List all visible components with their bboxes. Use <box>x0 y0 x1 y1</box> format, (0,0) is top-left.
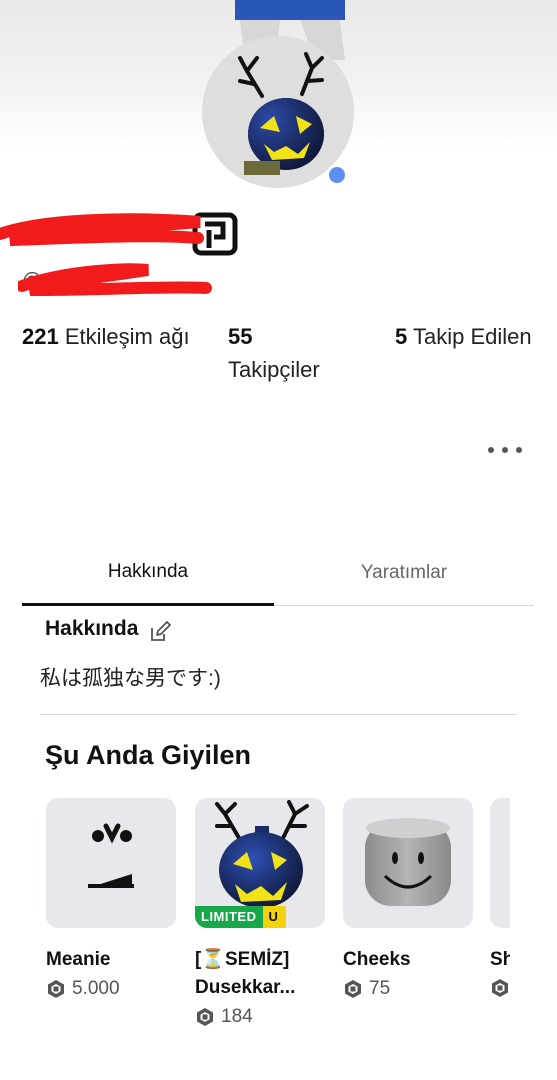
redaction-scribble <box>18 263 212 296</box>
more-options-icon[interactable] <box>488 438 522 462</box>
item-price: 184 <box>195 1006 325 1028</box>
about-section-title: Hakkında <box>45 614 172 644</box>
meanie-face-image <box>88 823 134 888</box>
divider <box>40 714 517 715</box>
item-name: [⏳SEMİZ] Dusekkar... <box>195 949 296 998</box>
redaction-scribble <box>0 213 204 246</box>
cheeks-head-image <box>365 818 451 906</box>
stat-following[interactable]: 5 Takip Edilen <box>395 320 535 353</box>
stat-connections[interactable]: 221 Etkileşim ağı <box>22 320 212 353</box>
currently-wearing-title: Şu Anda Giyilen <box>45 740 252 770</box>
profile-stats: 221 Etkileşim ağı 55 Takipçiler 5 Takip E… <box>0 320 557 390</box>
item-price: 5.000 <box>46 978 176 1000</box>
item-thumbnail <box>343 798 473 928</box>
item-name: Sh EN <box>490 949 510 970</box>
robux-icon <box>492 979 508 997</box>
worn-item-cheeks[interactable]: Cheeks 75 <box>343 798 473 1000</box>
item-price: 75 <box>343 978 473 1000</box>
about-title-text: Hakkında <box>45 617 139 640</box>
about-description: 私は孤独な男です:) <box>40 667 221 690</box>
item-name: Cheeks <box>343 949 411 970</box>
robux-icon <box>345 980 361 998</box>
tab-about[interactable]: Hakkında <box>22 540 274 606</box>
item-thumbnail: LIMITED U <box>195 798 325 928</box>
worn-item-semiz-dusekkar[interactable]: LIMITED U [⏳SEMİZ] Dusekkar... 184 <box>195 798 325 1028</box>
item-thumbnail <box>46 798 176 928</box>
online-status-dot <box>326 164 348 186</box>
item-name: Meanie <box>46 949 111 970</box>
item-price <box>490 978 510 998</box>
worn-item-partial[interactable]: Sh EN <box>490 798 510 998</box>
worn-item-meanie[interactable]: Meanie 5.000 <box>46 798 176 1000</box>
currently-wearing-list: Meanie 5.000 LIMITED U [⏳SEMİZ] Dusekkar… <box>46 798 510 1058</box>
edit-icon[interactable] <box>148 620 172 644</box>
item-thumbnail <box>490 798 510 928</box>
robux-icon <box>197 1008 213 1026</box>
tab-creations[interactable]: Yaratımlar <box>274 540 534 606</box>
profile-tabs: Hakkında Yaratımlar <box>22 540 534 606</box>
stat-followers[interactable]: 55 Takipçiler <box>228 320 378 386</box>
limited-badge: LIMITED U <box>195 906 286 928</box>
robux-icon <box>48 980 64 998</box>
